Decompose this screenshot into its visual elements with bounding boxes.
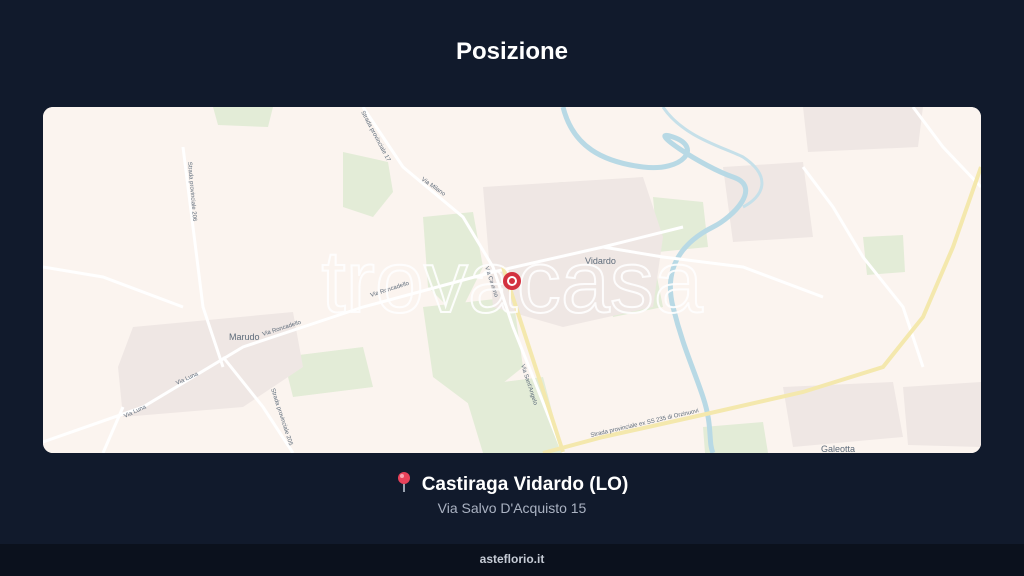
map-label-galeotta: Galeotta (821, 444, 855, 453)
map-view[interactable]: Vidardo Marudo Galeotta Via Milano Via R… (43, 107, 981, 453)
location-heading: Castiraga Vidardo (LO) (0, 472, 1024, 498)
footer-brand[interactable]: asteflorio.it (480, 552, 545, 566)
map-label-marudo: Marudo (229, 332, 260, 342)
page-title: Posizione (455, 38, 569, 65)
location-name: Castiraga Vidardo (LO) (421, 474, 629, 495)
pushpin-icon (396, 472, 412, 498)
footer-bar: asteflorio.it (0, 544, 1024, 576)
location-marker-icon[interactable] (503, 272, 521, 290)
map-canvas[interactable]: Vidardo Marudo Galeotta Via Milano Via R… (43, 107, 981, 453)
location-address: Via Salvo D'Acquisto 15 (437, 500, 587, 516)
